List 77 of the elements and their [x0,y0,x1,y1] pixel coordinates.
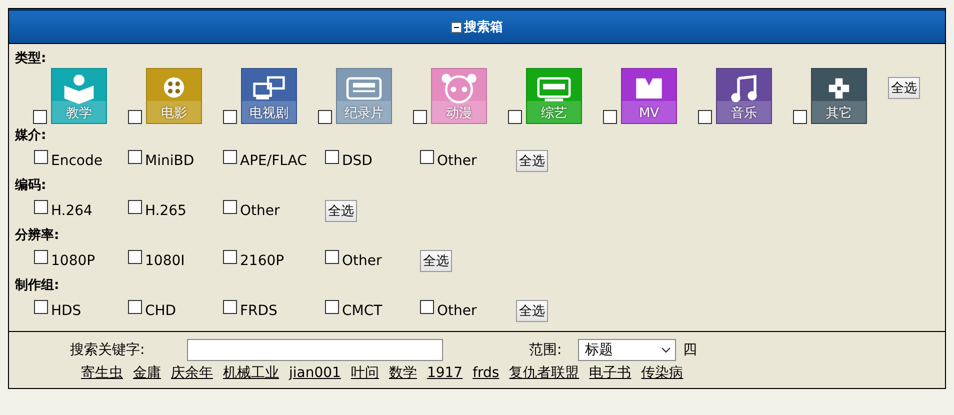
keyword-link[interactable]: 1917 [426,365,463,381]
category-tile[interactable]: 其它 [811,68,867,124]
option-label: FRDS [240,303,278,319]
checkbox[interactable] [420,300,434,314]
checkbox[interactable] [223,150,237,164]
select-all-button[interactable]: 全选 [420,250,452,272]
keyword-link[interactable]: 传染病 [641,364,684,382]
scope-label: 范围: [529,341,563,359]
keyword-link[interactable]: 金庸 [133,364,161,382]
option-label: 1080P [51,253,96,269]
option-label: CHD [145,303,176,319]
checkbox[interactable] [223,250,237,264]
checkbox[interactable] [420,150,434,164]
checkbox[interactable] [318,110,332,124]
keyword-link[interactable]: 叶问 [350,364,379,382]
keyword-link[interactable]: jian001 [289,365,341,381]
keyword-link[interactable]: 复仇者联盟 [509,364,580,382]
chevron-icon [661,347,671,353]
checkbox[interactable] [508,110,522,124]
option-label: Other [437,153,477,169]
checkbox[interactable] [698,110,712,124]
checkbox[interactable] [793,110,807,124]
checkbox[interactable] [603,110,617,124]
option-label: MiniBD [145,153,194,169]
select-all-button[interactable]: 全选 [325,200,357,222]
option-label: 1080I [145,253,185,269]
option-label: H.265 [145,203,186,219]
category-tile[interactable]: 音乐 [716,68,772,124]
option-label: Encode [51,153,102,169]
group-label: 媒介: [15,127,48,145]
group-label: 编码: [15,177,48,195]
checkbox[interactable] [325,150,339,164]
option-label: APE/FLAC [240,153,307,169]
select-all-button[interactable]: 全选 [516,150,548,172]
checkbox[interactable] [223,200,237,214]
checkbox[interactable] [325,250,339,264]
checkbox[interactable] [34,300,48,314]
option-label: HDS [51,303,82,319]
checkbox[interactable] [223,300,237,314]
checkbox[interactable] [223,110,237,124]
scope-select[interactable]: 标题 [578,339,676,361]
checkbox[interactable] [34,200,48,214]
checkbox[interactable] [128,300,142,314]
checkbox[interactable] [128,110,142,124]
collapse-icon[interactable] [451,22,462,32]
keyword-link[interactable]: 庆余年 [171,364,213,382]
keyword-link[interactable]: 寄生虫 [81,364,123,382]
option-label: Other [240,203,280,219]
option-label: H.264 [51,203,92,219]
option-label: Other [342,253,382,269]
checkbox[interactable] [34,250,48,264]
keyword-link[interactable]: 电子书 [589,364,632,382]
option-label: DSD [342,153,372,169]
field-label: 四 [683,341,697,359]
checkbox[interactable] [33,110,47,124]
keyword-label: 搜索关键字: [70,341,146,359]
checkbox[interactable] [34,150,48,164]
panel-title: 搜索箱 [464,18,503,36]
checkbox[interactable] [325,300,339,314]
option-label: CMCT [342,303,382,319]
keyword-link[interactable]: frds [472,365,500,381]
checkbox[interactable] [128,200,142,214]
checkbox[interactable] [128,150,142,164]
group-label: 制作组: [15,277,60,295]
group-label: 分辨率: [15,227,60,245]
select-all-button[interactable]: 全选 [888,77,920,99]
keyword-field[interactable] [187,339,443,361]
select-all-button[interactable]: 全选 [516,300,548,322]
option-label: 2160P [240,253,284,269]
checkbox[interactable] [128,250,142,264]
category-tile[interactable]: 电视剧 [241,68,297,124]
group-label: 类型: [15,50,48,68]
category-tile[interactable]: MV [621,68,677,124]
checkbox[interactable] [413,110,427,124]
keyword-link[interactable]: 数学 [388,364,417,382]
keyword-link[interactable]: 机械工业 [223,364,279,382]
option-label: Other [437,303,477,319]
